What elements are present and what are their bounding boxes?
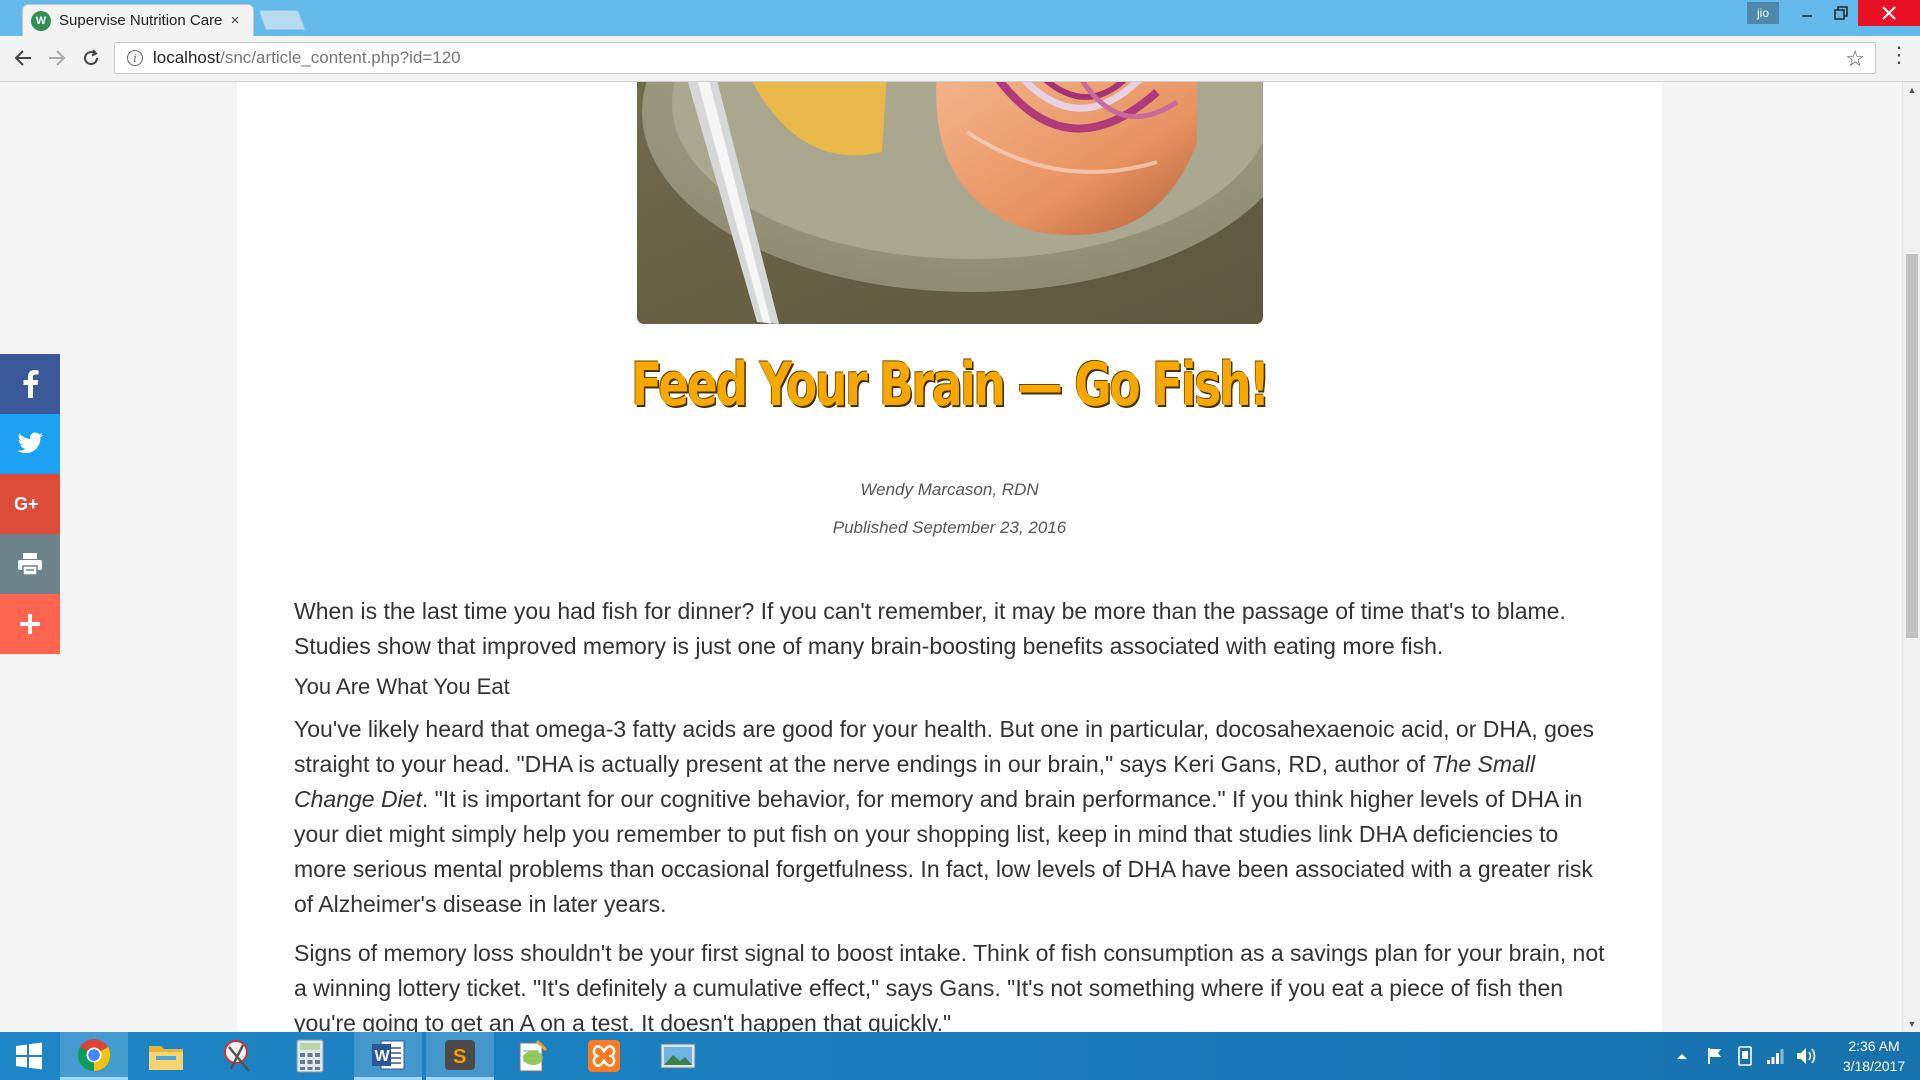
article-intro-paragraph: When is the last time you had fish for d… (294, 598, 1566, 659)
restore-icon (1834, 6, 1848, 20)
chevron-up-icon (1677, 1054, 1687, 1059)
google-plus-icon: G+ (14, 494, 39, 514)
taskbar-file-explorer[interactable] (132, 1032, 200, 1080)
photos-icon (660, 1043, 696, 1069)
flag-icon (1708, 1048, 1721, 1064)
address-bar[interactable]: i localhost /snc/article_content.php?id=… (114, 42, 1876, 74)
scroll-down-icon[interactable]: ▼ (1903, 1016, 1920, 1032)
tab-title: Supervise Nutrition Care (59, 12, 223, 29)
salmon-dish-image (637, 82, 1263, 324)
volume-tray[interactable] (1796, 1032, 1818, 1080)
minimize-icon (1802, 15, 1812, 17)
word-icon: W (372, 1040, 405, 1069)
speaker-icon (1797, 1048, 1816, 1064)
back-button[interactable] (10, 45, 36, 71)
windows-start-icon (16, 1042, 42, 1070)
chrome-icon (77, 1038, 111, 1071)
paragraph-text: . "It is important for our cognitive beh… (294, 786, 1593, 917)
print-button[interactable] (0, 534, 60, 594)
add-icon (20, 614, 40, 634)
profile-button[interactable]: jio (1747, 2, 1779, 24)
more-share-button[interactable] (0, 594, 60, 654)
svg-text:W: W (375, 1048, 391, 1065)
facebook-share-button[interactable] (0, 354, 60, 414)
article-subheading: You Are What You Eat (294, 674, 510, 699)
taskbar-xampp[interactable] (570, 1032, 638, 1080)
forward-arrow-icon (49, 50, 66, 66)
taskbar-sublime-text[interactable]: S (426, 1032, 494, 1080)
taskbar-photos[interactable] (644, 1032, 712, 1080)
google-plus-share-button[interactable]: G+ (0, 474, 60, 534)
taskbar-clock[interactable]: 2:36 AM 3/18/2017 (1830, 1036, 1918, 1076)
xampp-icon (588, 1040, 620, 1072)
snipping-tool-icon (224, 1040, 250, 1072)
page-viewport: Feed Your Brain — Go Fish! Wendy Marcaso… (0, 82, 1902, 1032)
browser-toolbar: i localhost /snc/article_content.php?id=… (0, 36, 1920, 82)
article-author: Wendy Marcason, RDN (860, 480, 1039, 499)
svg-text:S: S (453, 1046, 466, 1068)
device-icon (1738, 1046, 1752, 1066)
start-button[interactable] (0, 1032, 58, 1080)
taskbar-calculator[interactable] (276, 1032, 344, 1080)
clock-date: 3/18/2017 (1842, 1058, 1906, 1074)
calculator-icon (296, 1039, 324, 1073)
taskbar-notepad-plus-plus[interactable] (498, 1032, 566, 1080)
browser-tab[interactable]: W Supervise Nutrition Care × (22, 4, 254, 36)
article-paragraph: Signs of memory loss shouldn't be your f… (294, 940, 1605, 1032)
signal-strength-icon (1767, 1049, 1784, 1064)
taskbar-word[interactable]: W (354, 1032, 422, 1080)
article-paragraph: You've likely heard that omega-3 fatty a… (294, 712, 1614, 922)
back-arrow-icon (14, 50, 31, 66)
site-info-icon[interactable]: i (127, 50, 143, 66)
scroll-up-icon[interactable]: ▲ (1903, 82, 1920, 98)
file-explorer-icon (149, 1046, 183, 1070)
sublime-text-icon: S (445, 1039, 475, 1070)
twitter-share-button[interactable] (0, 414, 60, 474)
browser-title-bar: W Supervise Nutrition Care × jio (0, 0, 1920, 36)
article-title: Feed Your Brain — Go Fish! (631, 350, 1270, 420)
network-tray[interactable] (1766, 1032, 1784, 1080)
site-favicon-icon: W (31, 10, 51, 31)
page-scrollbar[interactable]: ▲ ▼ (1902, 82, 1920, 1032)
close-window-button[interactable] (1858, 0, 1920, 26)
paragraph-text: You've likely heard that omega-3 fatty a… (294, 716, 1594, 777)
show-hidden-icons-button[interactable] (1676, 1032, 1688, 1080)
windows-taskbar: W S 2:36 AM 3/18/2017 (0, 1032, 1920, 1080)
article-hero-image (637, 82, 1263, 324)
clock-time: 2:36 AM (1848, 1038, 1900, 1054)
url-path: /snc/article_content.php?id=120 (220, 48, 461, 67)
twitter-icon (17, 432, 43, 453)
url-host: localhost (153, 48, 221, 67)
scrollbar-thumb[interactable] (1906, 254, 1918, 638)
reload-icon (84, 49, 99, 66)
article-container: Feed Your Brain — Go Fish! Wendy Marcaso… (237, 82, 1662, 1032)
forward-button[interactable] (44, 45, 70, 71)
svg-text:G+: G+ (14, 494, 39, 514)
bookmark-star-icon[interactable]: ☆ (1845, 46, 1865, 72)
taskbar-snipping-tool[interactable] (204, 1032, 272, 1080)
tab-close-button[interactable]: × (227, 12, 243, 29)
reload-button[interactable] (78, 45, 104, 71)
article-published-date: Published September 23, 2016 (832, 518, 1067, 537)
close-icon (1882, 6, 1896, 20)
tablet-mode-tray[interactable] (1736, 1032, 1754, 1080)
print-icon (18, 553, 42, 576)
taskbar-chrome[interactable] (60, 1032, 128, 1080)
notepad-plus-plus-icon (519, 1039, 548, 1072)
browser-menu-button[interactable]: ⋮ (1888, 44, 1910, 66)
action-center-flag[interactable] (1706, 1032, 1724, 1080)
facebook-icon (23, 370, 39, 398)
new-tab-button[interactable] (258, 10, 306, 30)
